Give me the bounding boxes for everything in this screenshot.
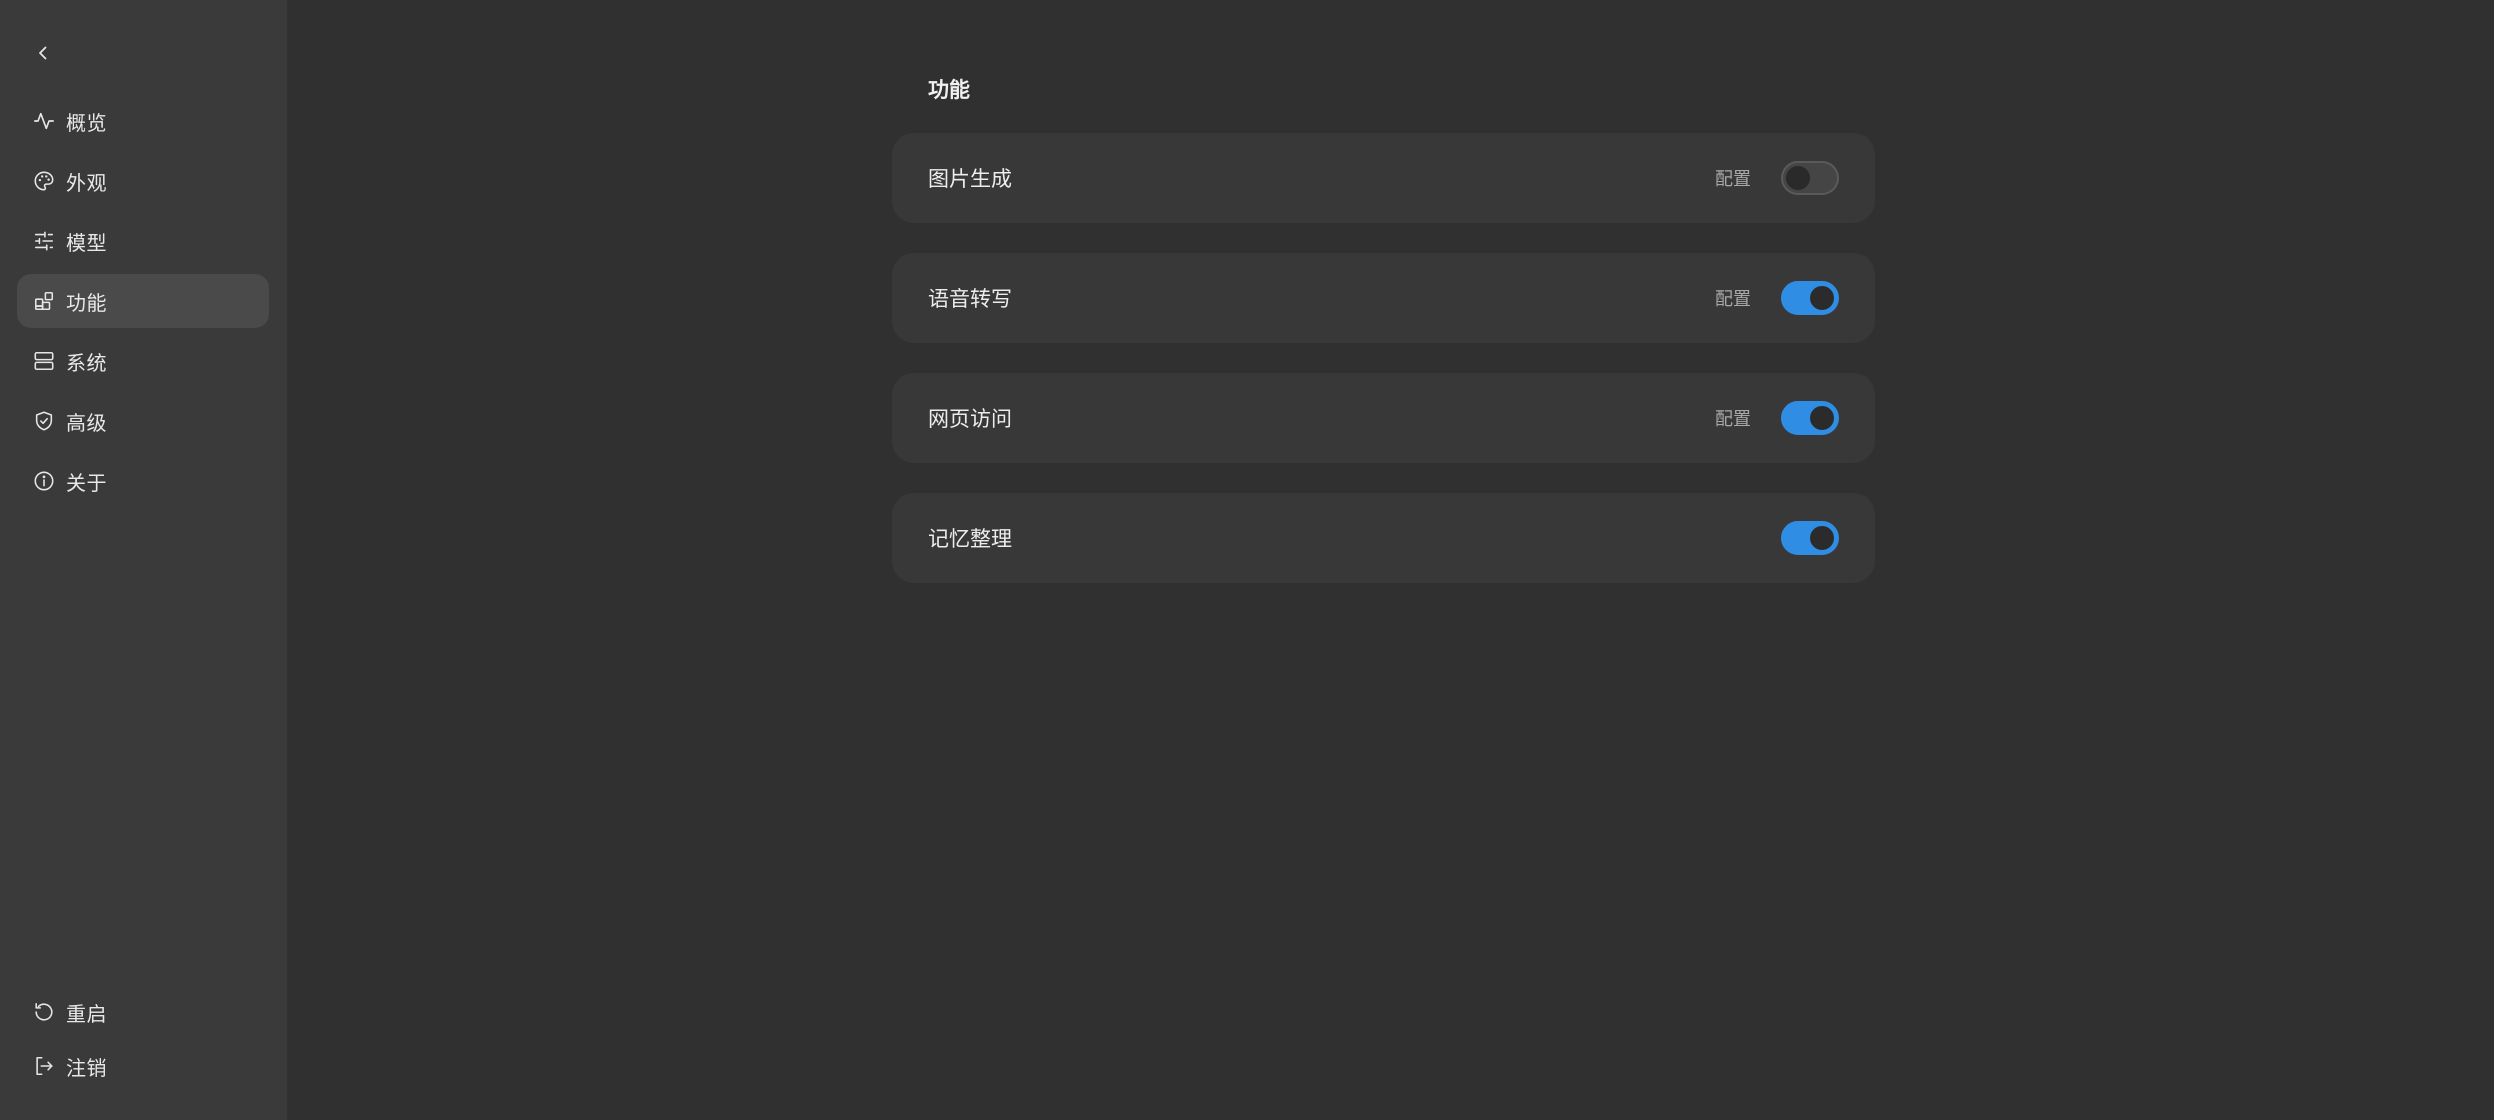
feature-card-memory-organization: 记忆整理 [892,493,1875,583]
restart-label: 重启 [66,1001,107,1026]
sidebar-item-overview[interactable]: 概览 [17,94,269,148]
info-icon [32,469,56,493]
feature-card-speech-transcription: 语音转写 配置 [892,253,1875,343]
sidebar-item-model[interactable]: 模型 [17,214,269,268]
logout-icon [32,1054,56,1078]
sidebar-item-label: 外观 [66,170,107,195]
sidebar-item-features[interactable]: 功能 [17,274,269,328]
sidebar-item-label: 关于 [66,470,107,495]
sidebar-item-system[interactable]: 系统 [17,334,269,388]
blocks-icon [32,289,56,313]
sidebar-item-label: 功能 [66,290,107,315]
logout-button[interactable]: 注销 [17,1042,269,1090]
toggle-knob [1810,406,1834,430]
feature-label: 图片生成 [928,167,1012,191]
sidebar-item-about[interactable]: 关于 [17,454,269,508]
feature-toggle[interactable] [1781,521,1839,555]
chevron-left-icon [39,46,47,60]
feature-toggle[interactable] [1781,281,1839,315]
config-button[interactable]: 配置 [1715,165,1751,191]
palette-icon [32,169,56,193]
sidebar-footer: 重启 注销 [17,988,269,1096]
feature-card-web-access: 网页访问 配置 [892,373,1875,463]
feature-label: 语音转写 [928,287,1012,311]
toggle-knob [1786,166,1810,190]
sidebar-item-appearance[interactable]: 外观 [17,154,269,208]
sidebar-item-advanced[interactable]: 高级 [17,394,269,448]
sliders-icon [32,229,56,253]
shield-icon [32,409,56,433]
activity-icon [32,109,56,133]
feature-toggle[interactable] [1781,161,1839,195]
restart-button[interactable]: 重启 [17,988,269,1036]
settings-app: 概览 外观 模型 功能 系统 高级 关于 重启 注销 功能 图片生成 配置 语音… [0,0,2494,1120]
feature-toggle[interactable] [1781,401,1839,435]
feature-card-image-generation: 图片生成 配置 [892,133,1875,223]
sidebar-item-label: 高级 [66,410,107,435]
sidebar-item-label: 系统 [66,350,107,375]
config-button[interactable]: 配置 [1715,405,1751,431]
toggle-knob [1810,286,1834,310]
feature-label: 记忆整理 [928,527,1012,551]
server-icon [32,349,56,373]
back-button[interactable] [26,36,60,70]
sidebar-nav: 概览 外观 模型 功能 系统 高级 关于 [17,94,269,514]
main-content: 功能 图片生成 配置 语音转写 配置 网页访问 配置 记忆整理 [287,0,2494,1120]
toggle-knob [1810,526,1834,550]
config-button[interactable]: 配置 [1715,285,1751,311]
sidebar-item-label: 概览 [66,110,107,135]
logout-label: 注销 [66,1055,107,1080]
sidebar: 概览 外观 模型 功能 系统 高级 关于 重启 注销 [0,0,287,1120]
restart-icon [32,1000,56,1024]
page-title: 功能 [928,78,970,102]
feature-label: 网页访问 [928,407,1012,431]
sidebar-item-label: 模型 [66,230,107,255]
